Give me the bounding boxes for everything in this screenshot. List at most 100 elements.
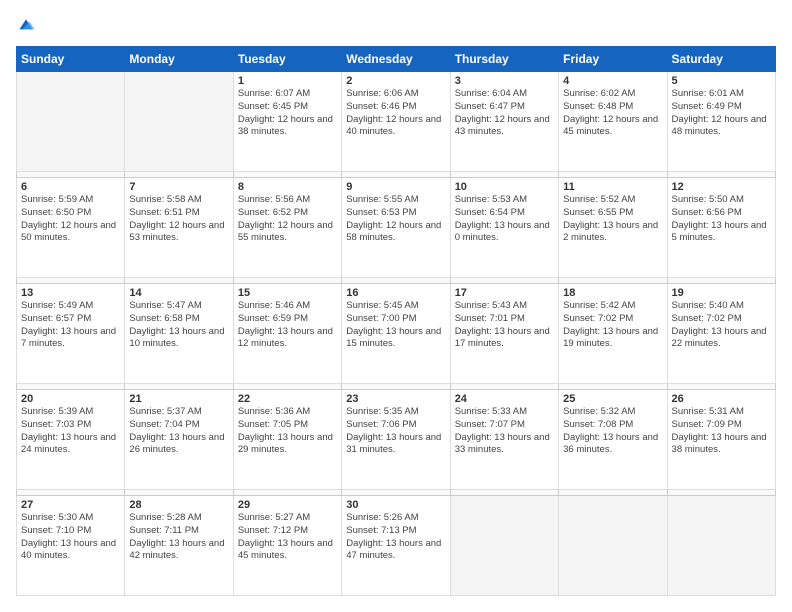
weekday-header-monday: Monday <box>125 47 233 72</box>
day-info: Sunrise: 5:35 AM Sunset: 7:06 PM Dayligh… <box>346 406 445 457</box>
day-info: Sunrise: 5:33 AM Sunset: 7:07 PM Dayligh… <box>455 406 554 457</box>
calendar-cell: 8Sunrise: 5:56 AM Sunset: 6:52 PM Daylig… <box>233 178 341 278</box>
calendar-cell: 7Sunrise: 5:58 AM Sunset: 6:51 PM Daylig… <box>125 178 233 278</box>
calendar-cell: 24Sunrise: 5:33 AM Sunset: 7:07 PM Dayli… <box>450 390 558 490</box>
day-number: 15 <box>238 287 337 299</box>
weekday-header-saturday: Saturday <box>667 47 775 72</box>
calendar-cell: 13Sunrise: 5:49 AM Sunset: 6:57 PM Dayli… <box>17 284 125 384</box>
calendar-cell: 14Sunrise: 5:47 AM Sunset: 6:58 PM Dayli… <box>125 284 233 384</box>
calendar-cell: 26Sunrise: 5:31 AM Sunset: 7:09 PM Dayli… <box>667 390 775 490</box>
day-number: 27 <box>21 499 120 511</box>
day-number: 21 <box>129 393 228 405</box>
calendar-cell: 30Sunrise: 5:26 AM Sunset: 7:13 PM Dayli… <box>342 496 450 596</box>
day-info: Sunrise: 5:36 AM Sunset: 7:05 PM Dayligh… <box>238 406 337 457</box>
day-number: 10 <box>455 181 554 193</box>
calendar-cell: 17Sunrise: 5:43 AM Sunset: 7:01 PM Dayli… <box>450 284 558 384</box>
day-number: 8 <box>238 181 337 193</box>
day-number: 26 <box>672 393 771 405</box>
day-number: 6 <box>21 181 120 193</box>
day-number: 2 <box>346 75 445 87</box>
calendar-cell: 2Sunrise: 6:06 AM Sunset: 6:46 PM Daylig… <box>342 72 450 172</box>
calendar-week-row: 20Sunrise: 5:39 AM Sunset: 7:03 PM Dayli… <box>17 390 776 490</box>
day-info: Sunrise: 5:32 AM Sunset: 7:08 PM Dayligh… <box>563 406 662 457</box>
day-info: Sunrise: 5:53 AM Sunset: 6:54 PM Dayligh… <box>455 194 554 245</box>
day-info: Sunrise: 6:01 AM Sunset: 6:49 PM Dayligh… <box>672 88 771 139</box>
calendar-cell: 18Sunrise: 5:42 AM Sunset: 7:02 PM Dayli… <box>559 284 667 384</box>
day-number: 16 <box>346 287 445 299</box>
day-number: 13 <box>21 287 120 299</box>
day-number: 20 <box>21 393 120 405</box>
day-info: Sunrise: 6:02 AM Sunset: 6:48 PM Dayligh… <box>563 88 662 139</box>
day-number: 1 <box>238 75 337 87</box>
calendar-cell: 25Sunrise: 5:32 AM Sunset: 7:08 PM Dayli… <box>559 390 667 490</box>
day-number: 22 <box>238 393 337 405</box>
day-info: Sunrise: 6:07 AM Sunset: 6:45 PM Dayligh… <box>238 88 337 139</box>
calendar-cell <box>450 496 558 596</box>
day-info: Sunrise: 5:58 AM Sunset: 6:51 PM Dayligh… <box>129 194 228 245</box>
day-info: Sunrise: 5:37 AM Sunset: 7:04 PM Dayligh… <box>129 406 228 457</box>
day-info: Sunrise: 5:42 AM Sunset: 7:02 PM Dayligh… <box>563 300 662 351</box>
day-number: 9 <box>346 181 445 193</box>
calendar-cell <box>17 72 125 172</box>
page: SundayMondayTuesdayWednesdayThursdayFrid… <box>0 0 792 612</box>
logo <box>16 16 40 36</box>
calendar-cell: 16Sunrise: 5:45 AM Sunset: 7:00 PM Dayli… <box>342 284 450 384</box>
calendar-week-row: 27Sunrise: 5:30 AM Sunset: 7:10 PM Dayli… <box>17 496 776 596</box>
weekday-header-wednesday: Wednesday <box>342 47 450 72</box>
weekday-header-thursday: Thursday <box>450 47 558 72</box>
calendar-week-row: 13Sunrise: 5:49 AM Sunset: 6:57 PM Dayli… <box>17 284 776 384</box>
calendar-week-row: 1Sunrise: 6:07 AM Sunset: 6:45 PM Daylig… <box>17 72 776 172</box>
calendar-cell: 12Sunrise: 5:50 AM Sunset: 6:56 PM Dayli… <box>667 178 775 278</box>
day-number: 14 <box>129 287 228 299</box>
day-info: Sunrise: 5:50 AM Sunset: 6:56 PM Dayligh… <box>672 194 771 245</box>
day-number: 5 <box>672 75 771 87</box>
day-info: Sunrise: 5:26 AM Sunset: 7:13 PM Dayligh… <box>346 512 445 563</box>
day-number: 25 <box>563 393 662 405</box>
day-number: 4 <box>563 75 662 87</box>
day-number: 24 <box>455 393 554 405</box>
calendar-week-row: 6Sunrise: 5:59 AM Sunset: 6:50 PM Daylig… <box>17 178 776 278</box>
day-number: 11 <box>563 181 662 193</box>
weekday-header-sunday: Sunday <box>17 47 125 72</box>
calendar-cell: 9Sunrise: 5:55 AM Sunset: 6:53 PM Daylig… <box>342 178 450 278</box>
day-number: 7 <box>129 181 228 193</box>
day-info: Sunrise: 5:45 AM Sunset: 7:00 PM Dayligh… <box>346 300 445 351</box>
calendar-cell: 21Sunrise: 5:37 AM Sunset: 7:04 PM Dayli… <box>125 390 233 490</box>
day-number: 17 <box>455 287 554 299</box>
day-number: 28 <box>129 499 228 511</box>
header <box>16 16 776 36</box>
day-info: Sunrise: 5:47 AM Sunset: 6:58 PM Dayligh… <box>129 300 228 351</box>
calendar-cell <box>667 496 775 596</box>
day-info: Sunrise: 5:28 AM Sunset: 7:11 PM Dayligh… <box>129 512 228 563</box>
day-number: 23 <box>346 393 445 405</box>
weekday-header-tuesday: Tuesday <box>233 47 341 72</box>
day-number: 29 <box>238 499 337 511</box>
day-info: Sunrise: 5:30 AM Sunset: 7:10 PM Dayligh… <box>21 512 120 563</box>
day-info: Sunrise: 5:49 AM Sunset: 6:57 PM Dayligh… <box>21 300 120 351</box>
day-number: 3 <box>455 75 554 87</box>
day-info: Sunrise: 5:40 AM Sunset: 7:02 PM Dayligh… <box>672 300 771 351</box>
calendar-cell: 5Sunrise: 6:01 AM Sunset: 6:49 PM Daylig… <box>667 72 775 172</box>
day-info: Sunrise: 5:27 AM Sunset: 7:12 PM Dayligh… <box>238 512 337 563</box>
calendar-cell <box>559 496 667 596</box>
day-info: Sunrise: 5:59 AM Sunset: 6:50 PM Dayligh… <box>21 194 120 245</box>
day-info: Sunrise: 5:39 AM Sunset: 7:03 PM Dayligh… <box>21 406 120 457</box>
calendar-cell: 1Sunrise: 6:07 AM Sunset: 6:45 PM Daylig… <box>233 72 341 172</box>
day-number: 19 <box>672 287 771 299</box>
day-info: Sunrise: 5:46 AM Sunset: 6:59 PM Dayligh… <box>238 300 337 351</box>
day-info: Sunrise: 5:43 AM Sunset: 7:01 PM Dayligh… <box>455 300 554 351</box>
calendar-cell: 19Sunrise: 5:40 AM Sunset: 7:02 PM Dayli… <box>667 284 775 384</box>
day-number: 30 <box>346 499 445 511</box>
weekday-header-friday: Friday <box>559 47 667 72</box>
calendar-cell: 15Sunrise: 5:46 AM Sunset: 6:59 PM Dayli… <box>233 284 341 384</box>
calendar-cell: 10Sunrise: 5:53 AM Sunset: 6:54 PM Dayli… <box>450 178 558 278</box>
calendar-cell: 4Sunrise: 6:02 AM Sunset: 6:48 PM Daylig… <box>559 72 667 172</box>
day-info: Sunrise: 5:31 AM Sunset: 7:09 PM Dayligh… <box>672 406 771 457</box>
calendar-cell: 22Sunrise: 5:36 AM Sunset: 7:05 PM Dayli… <box>233 390 341 490</box>
weekday-header-row: SundayMondayTuesdayWednesdayThursdayFrid… <box>17 47 776 72</box>
calendar-cell: 27Sunrise: 5:30 AM Sunset: 7:10 PM Dayli… <box>17 496 125 596</box>
day-info: Sunrise: 6:04 AM Sunset: 6:47 PM Dayligh… <box>455 88 554 139</box>
day-info: Sunrise: 5:56 AM Sunset: 6:52 PM Dayligh… <box>238 194 337 245</box>
calendar-cell: 3Sunrise: 6:04 AM Sunset: 6:47 PM Daylig… <box>450 72 558 172</box>
day-info: Sunrise: 6:06 AM Sunset: 6:46 PM Dayligh… <box>346 88 445 139</box>
